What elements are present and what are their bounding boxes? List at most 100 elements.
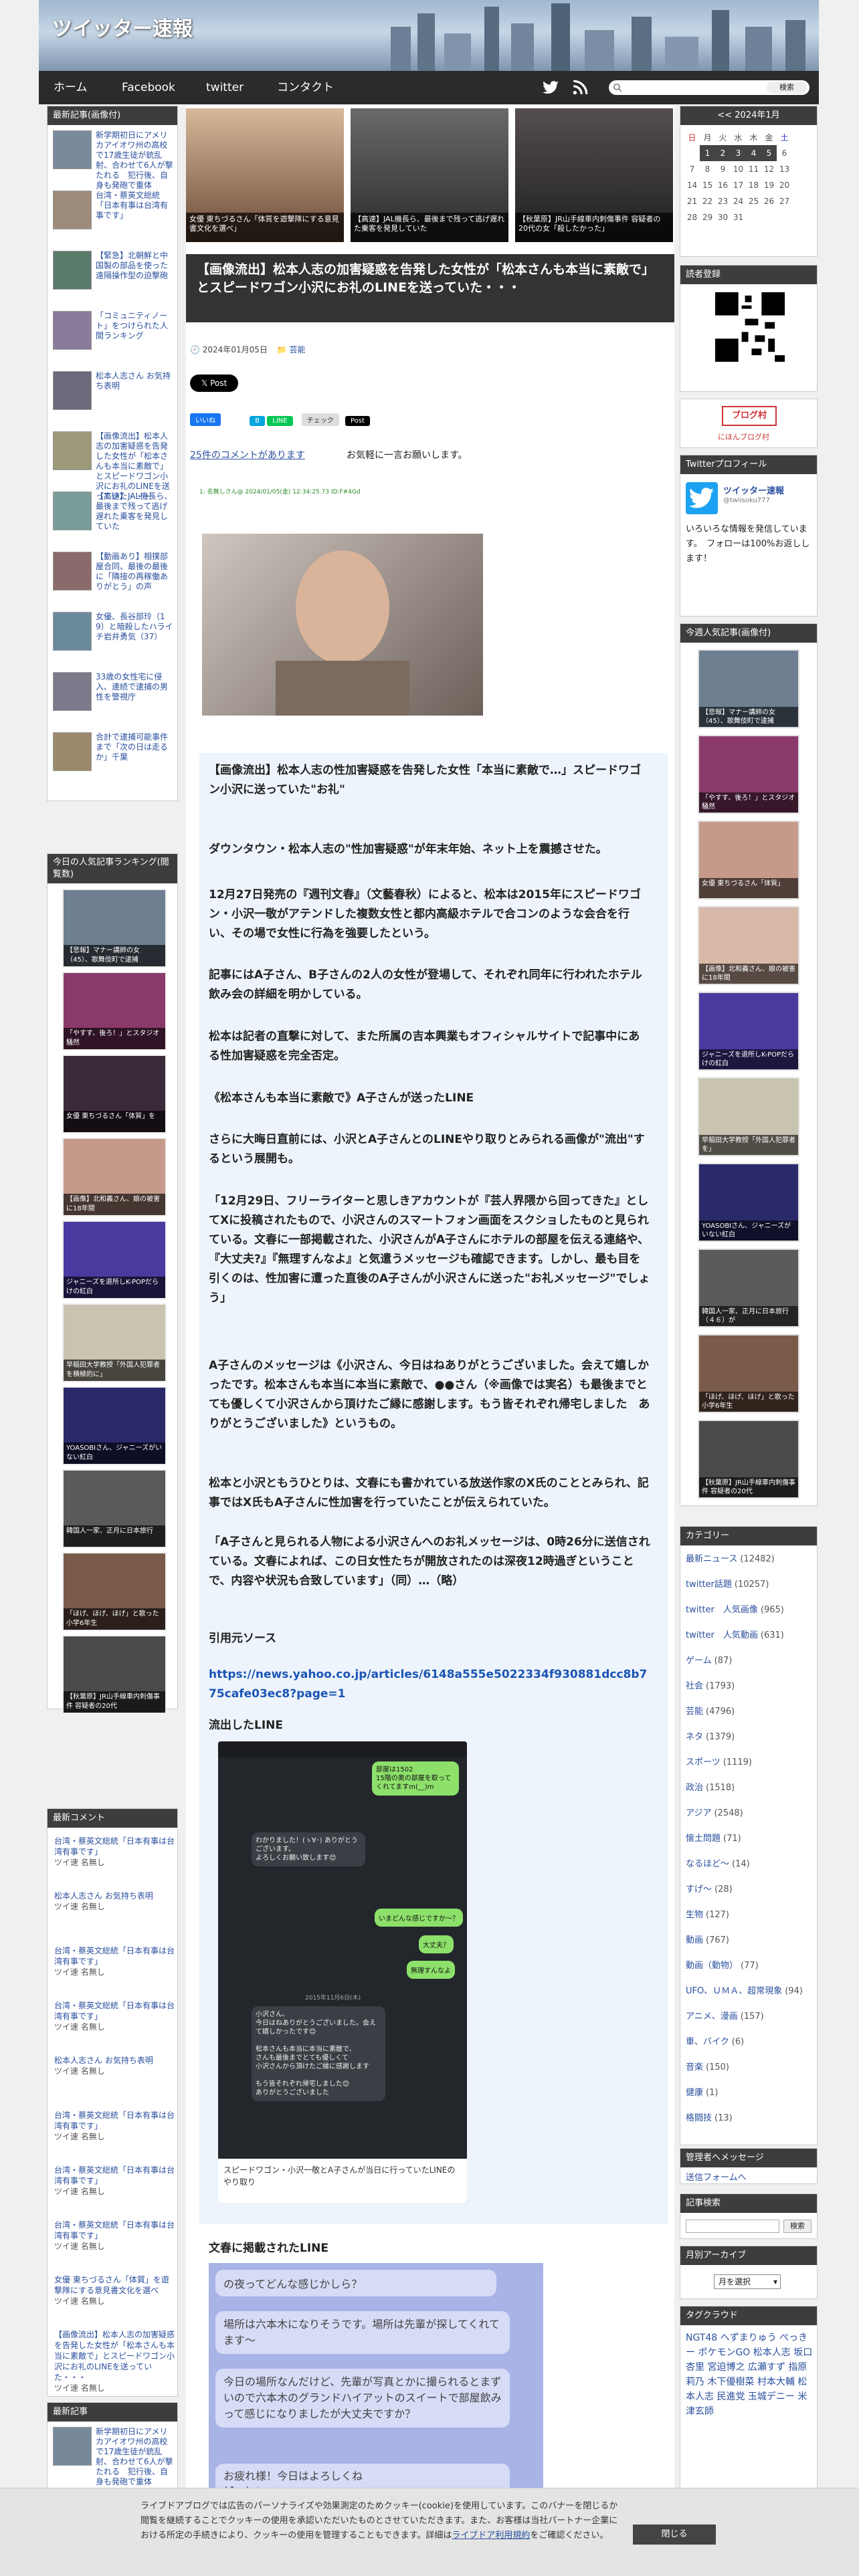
calendar-day[interactable]: 27 xyxy=(777,193,792,209)
comment-article-link[interactable]: 台湾・蔡英文総統「日本有事は台湾有事です」 xyxy=(54,2000,175,2022)
calendar-header[interactable]: << 2024年1月 xyxy=(680,106,817,125)
source-url-link[interactable]: https://news.yahoo.co.jp/articles/6148a5… xyxy=(209,1665,650,1704)
profile-name[interactable]: ツイッター速報 xyxy=(723,484,784,496)
category-link[interactable]: twitter話題 xyxy=(686,1580,732,1590)
category-item[interactable]: 政治 (1518) xyxy=(686,1782,735,1794)
comment-item[interactable]: 台湾・蔡英文総統「日本有事は台湾有事です」 ツイ速 名無し xyxy=(54,2220,175,2252)
rank-item[interactable]: 「ほげ、ほげ、ほげ」と歌った小学6年生 xyxy=(62,1552,167,1631)
profile-avatar[interactable] xyxy=(686,482,718,514)
calendar-day[interactable]: 7 xyxy=(684,161,700,177)
cookie-close-button[interactable]: 閉じる xyxy=(633,2525,716,2545)
popular-item[interactable]: 【秋葉原】JR山手線車内刺傷事件 容疑者の20代 xyxy=(698,1420,799,1499)
popular-item[interactable]: 【画像】北和義さん、娘の被害に18年間 xyxy=(698,906,799,985)
popular-item[interactable]: 韓国人一家、正月に日本旅行（４６）が xyxy=(698,1249,799,1327)
comment-item[interactable]: 松本人志さん お気持ち表明 ツイ速 名無し xyxy=(54,1891,175,1912)
article-category[interactable]: 芸能 xyxy=(289,345,305,354)
calendar-day[interactable]: 1 xyxy=(700,145,715,161)
calendar-day[interactable]: 4 xyxy=(746,145,761,161)
category-link[interactable]: 動画 xyxy=(686,1935,703,1945)
popular-item[interactable]: 女優 東ちづるさん「体質」 xyxy=(698,821,799,899)
category-item[interactable]: 格闘技 (13) xyxy=(686,2113,733,2125)
category-link[interactable]: 生物 xyxy=(686,1910,703,1920)
admin-form-link[interactable]: 送信フォームへ xyxy=(686,2170,747,2183)
popular-caption[interactable]: 【画像】北和義さん、娘の被害に18年間 xyxy=(699,964,798,984)
category-link[interactable]: ネタ xyxy=(686,1732,703,1742)
comment-article-link[interactable]: 台湾・蔡英文総統「日本有事は台湾有事です」 xyxy=(54,1945,175,1967)
header-search-button[interactable]: 検索 xyxy=(767,82,807,94)
calendar-day[interactable]: 9 xyxy=(715,161,731,177)
news-link[interactable]: 【高速】JAL機長ら、最後まで残って逃げ遅れた乗客を発見していた xyxy=(96,492,173,532)
category-link[interactable]: スポーツ xyxy=(686,1757,721,1767)
calendar-day[interactable]: 6 xyxy=(777,145,792,161)
comment-count-link[interactable]: 25件のコメントがあります xyxy=(190,448,305,461)
calendar-day[interactable]: 8 xyxy=(700,161,715,177)
calendar-day[interactable]: 5 xyxy=(761,145,777,161)
rank-caption[interactable]: 早稲田大学教授「外国人犯罪者を積極的に」 xyxy=(64,1360,165,1381)
tag-cloud[interactable]: NGT48 へずまりゅう ぺっきー ポケモンGO 松本人志 坂口杏里 宮迫博之 … xyxy=(686,2331,813,2419)
category-item[interactable]: なるほど〜 (14) xyxy=(686,1858,750,1870)
calendar-day[interactable]: 12 xyxy=(761,161,777,177)
category-item[interactable]: 動画（動物） (77) xyxy=(686,1960,759,1972)
category-item[interactable]: 動画 (767) xyxy=(686,1935,729,1947)
calendar-day[interactable]: 19 xyxy=(761,177,777,193)
category-link[interactable]: 格闘技 xyxy=(686,2113,712,2123)
category-item[interactable]: アジア (2548) xyxy=(686,1808,743,1820)
site-title[interactable]: ツイッター速報 xyxy=(52,12,193,41)
rank-caption[interactable]: 「ほげ、ほげ、ほげ」と歌った小学6年生 xyxy=(64,1608,165,1630)
category-item[interactable]: 社会 (1793) xyxy=(686,1681,735,1693)
category-item[interactable]: 車、バイク (6) xyxy=(686,2036,744,2048)
comment-article-link[interactable]: 松本人志さん お気持ち表明 xyxy=(54,1891,175,1901)
calendar-day[interactable]: 28 xyxy=(684,209,700,225)
category-item[interactable]: 芸能 (4796) xyxy=(686,1706,735,1718)
line-share-button[interactable]: LINE xyxy=(267,416,293,426)
comment-item[interactable]: 台湾・蔡英文総統「日本有事は台湾有事です」 ツイ速 名無し xyxy=(54,2165,175,2197)
category-item[interactable]: twitter 人気動画 (631) xyxy=(686,1630,784,1642)
calendar-day[interactable]: 23 xyxy=(715,193,731,209)
archive-select[interactable]: 月を選択 ▾ xyxy=(714,2274,781,2289)
rank-item[interactable]: 早稲田大学教授「外国人犯罪者を積極的に」 xyxy=(62,1303,167,1382)
calendar-day[interactable]: 13 xyxy=(777,161,792,177)
calendar-day[interactable]: 30 xyxy=(715,209,731,225)
comment-item[interactable]: 【画像流出】松本人志の加害疑惑を告発した女性が「松本さんも本当に素敵で」とスピー… xyxy=(54,2329,175,2393)
comment-item[interactable]: 台湾・蔡英文総統「日本有事は台湾有事です」 ツイ速 名無し xyxy=(54,2110,175,2142)
header-search[interactable]: 検索 xyxy=(609,80,809,95)
category-item[interactable]: 最新ニュース (12482) xyxy=(686,1553,775,1566)
blogmura-badge[interactable]: ブログ村 xyxy=(722,406,777,426)
blogmura-label[interactable]: にほんブログ村 xyxy=(718,431,769,442)
calendar-day[interactable]: 15 xyxy=(700,177,715,193)
nav-contact[interactable]: コンタクト xyxy=(277,71,334,104)
popular-caption[interactable]: 早稲田大学教授「外国人犯罪者を」 xyxy=(699,1135,798,1155)
qr-code-image[interactable] xyxy=(715,292,785,362)
calendar-day[interactable]: 26 xyxy=(761,193,777,209)
top-thumb-caption[interactable]: 【高速】JAL機長ら、最後まで残って逃げ遅れた乗客を発見していた xyxy=(351,213,508,242)
calendar-day[interactable]: 25 xyxy=(746,193,761,209)
category-item[interactable]: UFO、ＵＭＡ、超常現象 (94) xyxy=(686,1985,803,1998)
popular-caption[interactable]: 韓国人一家、正月に日本旅行（４６）が xyxy=(699,1306,798,1326)
rank-item[interactable]: ジャニーズを退所しK-POPだらけの紅白 xyxy=(62,1220,167,1299)
rank-item[interactable]: 「やすす、後ろ！」とスタジオ騒然 xyxy=(62,972,167,1051)
comment-article-link[interactable]: 台湾・蔡英文総統「日本有事は台湾有事です」 xyxy=(54,2110,175,2131)
popular-caption[interactable]: 「ほげ、ほげ、ほげ」と歌った小学6年生 xyxy=(699,1392,798,1412)
comment-item[interactable]: 台湾・蔡英文総統「日本有事は台湾有事です」 ツイ速 名無し xyxy=(54,2000,175,2032)
top-thumb-3[interactable]: 【秋葉原】JR山手線車内刺傷事件 容疑者の20代の女「殺したかった」 xyxy=(515,108,673,242)
category-link[interactable]: twitter 人気動画 xyxy=(686,1630,758,1640)
category-link[interactable]: twitter 人気画像 xyxy=(686,1605,758,1615)
like-button[interactable]: いいね xyxy=(190,413,221,426)
category-item[interactable]: ゲーム (87) xyxy=(686,1655,732,1667)
news-link[interactable]: 【緊急】北朝鮮と中国製の部品を使った遠隔操作型の迫撃砲 xyxy=(96,251,173,281)
category-item[interactable]: ネタ (1379) xyxy=(686,1731,735,1743)
top-thumb-2[interactable]: 【高速】JAL機長ら、最後まで残って逃げ遅れた乗客を発見していた xyxy=(351,108,508,242)
popular-item[interactable]: 「やすす、後ろ！」とスタジオ騒然 xyxy=(698,735,799,814)
category-link[interactable]: 動画（動物） xyxy=(686,1961,738,1971)
category-link[interactable]: アジア xyxy=(686,1808,711,1818)
calendar-day[interactable]: 2 xyxy=(715,145,731,161)
rank-item[interactable]: 【悲報】マナー講師の女（45）、歌舞伎町で逮捕 xyxy=(62,889,167,968)
popular-item[interactable]: 早稲田大学教授「外国人犯罪者を」 xyxy=(698,1077,799,1156)
check-button[interactable]: チェック xyxy=(301,413,339,426)
rank-caption[interactable]: 「やすす、後ろ！」とスタジオ騒然 xyxy=(64,1028,165,1049)
comment-item[interactable]: 女優 東ちづるさん「体質」を遊撃隊にする意見書文化を選べ ツイ速 名無し xyxy=(54,2274,175,2306)
popular-item[interactable]: 「ほげ、ほげ、ほげ」と歌った小学6年生 xyxy=(698,1334,799,1413)
top-thumb-caption[interactable]: 女優 東ちづるさん「体質を遊撃隊にする意見書文化を選べ」 xyxy=(186,213,344,242)
calendar-day[interactable]: 3 xyxy=(731,145,746,161)
news-link[interactable]: 【動画あり】相撲部屋合同、最後の最後に「隣接の再稼働ありがとう」の声 xyxy=(96,552,173,592)
